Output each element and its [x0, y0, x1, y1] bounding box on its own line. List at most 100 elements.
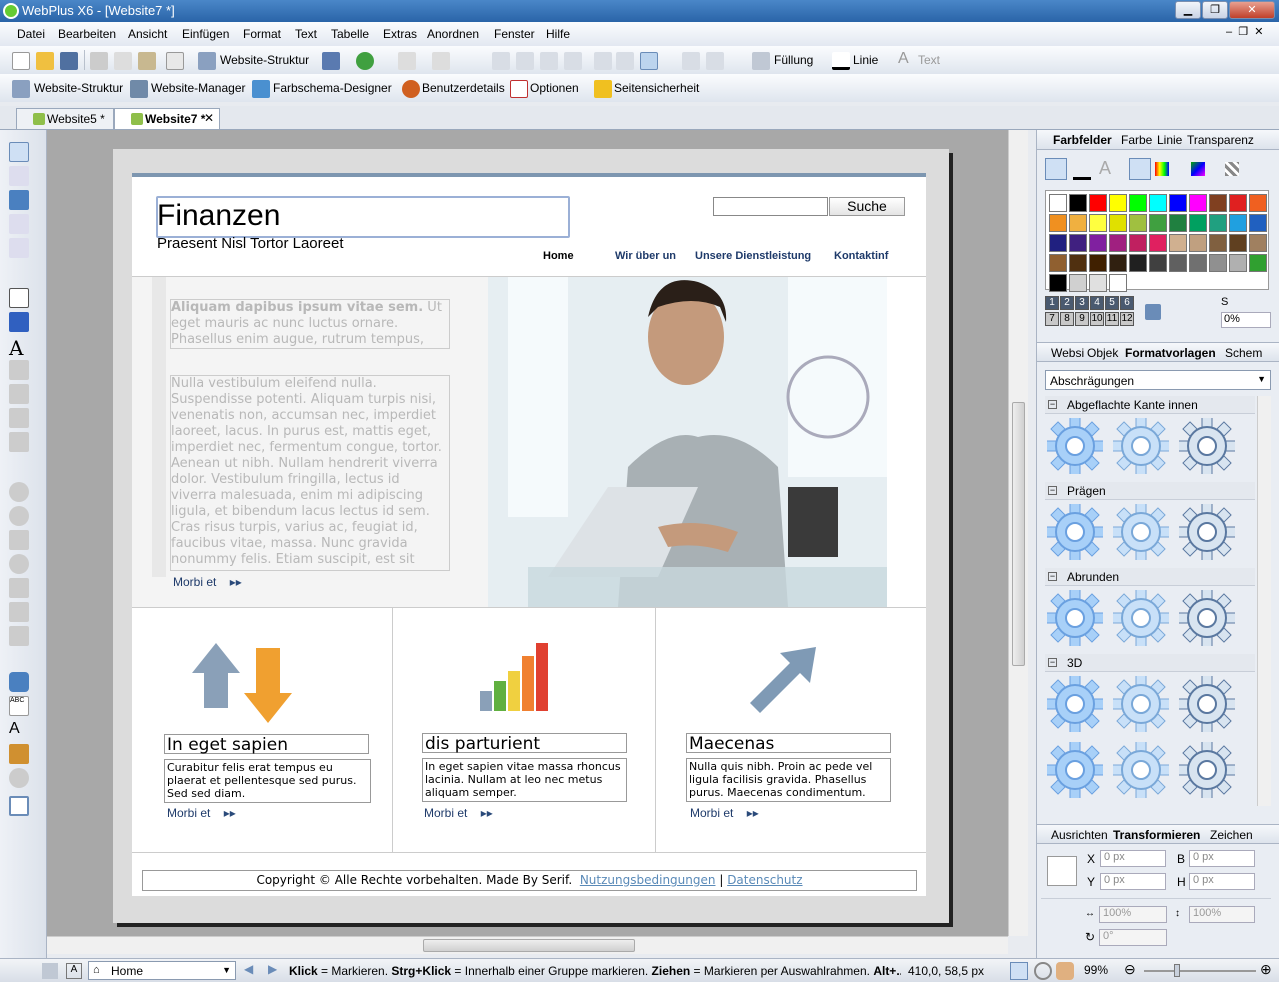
- zoom-slider-thumb[interactable]: [1174, 964, 1180, 977]
- tab-transparency[interactable]: Transparenz: [1187, 133, 1254, 147]
- color-swatch[interactable]: [1049, 274, 1067, 292]
- color-swatch[interactable]: [1129, 254, 1147, 272]
- tab-objects[interactable]: Objek: [1087, 346, 1118, 360]
- color-swatch[interactable]: [1089, 234, 1107, 252]
- site-structure-button[interactable]: Website-Struktur: [220, 53, 309, 67]
- color-swatch[interactable]: [1109, 214, 1127, 232]
- nav-about[interactable]: Wir über un: [615, 250, 677, 262]
- text-frame-tool-icon[interactable]: [9, 166, 29, 186]
- navigation-tool-icon[interactable]: [9, 554, 29, 574]
- nav-home[interactable]: Home: [543, 250, 574, 262]
- rollover-tool-icon[interactable]: [9, 626, 29, 646]
- gear-style-icon[interactable]: [1113, 742, 1169, 798]
- gear-style-icon[interactable]: [1047, 676, 1103, 732]
- vertical-scroll-thumb[interactable]: [1012, 402, 1025, 666]
- gear-style-icon[interactable]: [1047, 504, 1103, 560]
- color-swatch[interactable]: [1209, 214, 1227, 232]
- shade-input[interactable]: 0%: [1221, 312, 1271, 328]
- transparency-tool-icon[interactable]: [9, 384, 29, 404]
- palette-number-button[interactable]: 6: [1120, 296, 1134, 310]
- styles-category-dropdown[interactable]: Abschrägungen ▼: [1045, 370, 1271, 390]
- gear-style-icon[interactable]: [1047, 590, 1103, 646]
- package-icon[interactable]: [9, 744, 29, 764]
- pen-tool-icon[interactable]: [9, 312, 29, 332]
- crop-icon[interactable]: [682, 52, 700, 70]
- terms-link[interactable]: Nutzungsbedingungen: [580, 873, 716, 887]
- crop-tool-icon[interactable]: [9, 408, 29, 428]
- vertical-scrollbar[interactable]: [1008, 130, 1028, 936]
- close-button[interactable]: ✕: [1229, 1, 1275, 19]
- site-manager-link[interactable]: Website-Manager: [151, 81, 246, 95]
- color-swatch[interactable]: [1229, 214, 1247, 232]
- menu-einfuegen[interactable]: Einfügen: [182, 27, 229, 41]
- color-swatch[interactable]: [1169, 234, 1187, 252]
- menu-extras[interactable]: Extras: [383, 27, 417, 41]
- color-swatch[interactable]: [1049, 194, 1067, 212]
- column-2-text[interactable]: In eget sapien vitae massa rhoncus lacin…: [422, 758, 627, 802]
- color-swatch[interactable]: [1189, 254, 1207, 272]
- menu-tabelle[interactable]: Tabelle: [331, 27, 369, 41]
- smart-object-icon[interactable]: [9, 672, 29, 692]
- scheme-palette-icon[interactable]: [1129, 158, 1151, 180]
- menu-format[interactable]: Format: [243, 27, 281, 41]
- pointer-tool-icon[interactable]: [9, 142, 29, 162]
- palette-number-button[interactable]: 7: [1045, 312, 1059, 326]
- artistic-text-tool-icon[interactable]: A: [9, 336, 29, 360]
- line-icon[interactable]: [832, 52, 850, 70]
- html-tool-icon[interactable]: [9, 238, 29, 258]
- arrange-front-icon[interactable]: [492, 52, 510, 70]
- gear-style-icon[interactable]: [1179, 742, 1235, 798]
- redo-icon[interactable]: [432, 52, 450, 70]
- column-2-morbi-link[interactable]: Morbi et ▸▸: [424, 806, 493, 820]
- column-3-morbi-link[interactable]: Morbi et ▸▸: [690, 806, 759, 820]
- color-swatch[interactable]: [1109, 194, 1127, 212]
- zoom-slider[interactable]: [1144, 970, 1256, 972]
- save-icon[interactable]: [60, 52, 78, 70]
- x-position-input[interactable]: 0 px: [1100, 850, 1166, 867]
- mdi-window-controls[interactable]: – ❐ ✕: [1226, 25, 1263, 38]
- wrap-icon[interactable]: [640, 52, 658, 70]
- options-link[interactable]: Optionen: [530, 81, 579, 95]
- color-swatch[interactable]: [1209, 194, 1227, 212]
- minimize-button[interactable]: ▁: [1175, 1, 1201, 19]
- tab-transform[interactable]: Transformieren: [1113, 828, 1200, 842]
- color-swatch[interactable]: [1089, 274, 1107, 292]
- html-code-icon[interactable]: [166, 52, 184, 70]
- color-swatch[interactable]: [1069, 254, 1087, 272]
- search-button[interactable]: Suche: [829, 197, 905, 216]
- hotspot-tool-icon[interactable]: [9, 482, 29, 502]
- menu-text[interactable]: Text: [295, 27, 317, 41]
- morbi-link[interactable]: Morbi et ▸▸: [173, 575, 242, 589]
- color-swatch[interactable]: [1249, 194, 1267, 212]
- paste-icon[interactable]: [138, 52, 156, 70]
- palette-number-button[interactable]: 8: [1060, 312, 1074, 326]
- scale-width-input[interactable]: 100%: [1099, 906, 1167, 923]
- color-swatch[interactable]: [1109, 254, 1127, 272]
- rotation-input[interactable]: 0°: [1099, 929, 1167, 946]
- arrange-backward-icon[interactable]: [540, 52, 558, 70]
- perspective-tool-icon[interactable]: [9, 432, 29, 452]
- section-3d[interactable]: −3D: [1045, 654, 1255, 672]
- gear-style-icon[interactable]: [1047, 742, 1103, 798]
- palette-number-button[interactable]: 10: [1090, 312, 1104, 326]
- palette-number-button[interactable]: 9: [1075, 312, 1089, 326]
- gear-style-icon[interactable]: [1179, 590, 1235, 646]
- color-swatch[interactable]: [1209, 254, 1227, 272]
- color-swatch[interactable]: [1129, 234, 1147, 252]
- color-swatch[interactable]: [1049, 254, 1067, 272]
- color-swatch[interactable]: [1089, 194, 1107, 212]
- arrange-forward-icon[interactable]: [516, 52, 534, 70]
- text-swatch-icon[interactable]: A: [1099, 158, 1111, 179]
- anchor-tool-icon[interactable]: [9, 530, 29, 550]
- text-color-button[interactable]: Text: [918, 53, 940, 67]
- color-swatch[interactable]: [1189, 234, 1207, 252]
- tab-character[interactable]: Zeichen: [1210, 828, 1253, 842]
- color-swatch[interactable]: [1049, 214, 1067, 232]
- gear-style-icon[interactable]: [1113, 676, 1169, 732]
- page-selector-dropdown[interactable]: ⌂ Home ▼: [88, 961, 236, 980]
- color-swatch[interactable]: [1249, 234, 1267, 252]
- color-swatch[interactable]: [1049, 234, 1067, 252]
- palette-number-button[interactable]: 2: [1060, 296, 1074, 310]
- text-mode-icon[interactable]: A: [66, 963, 82, 979]
- shape-tool-icon[interactable]: [9, 288, 29, 308]
